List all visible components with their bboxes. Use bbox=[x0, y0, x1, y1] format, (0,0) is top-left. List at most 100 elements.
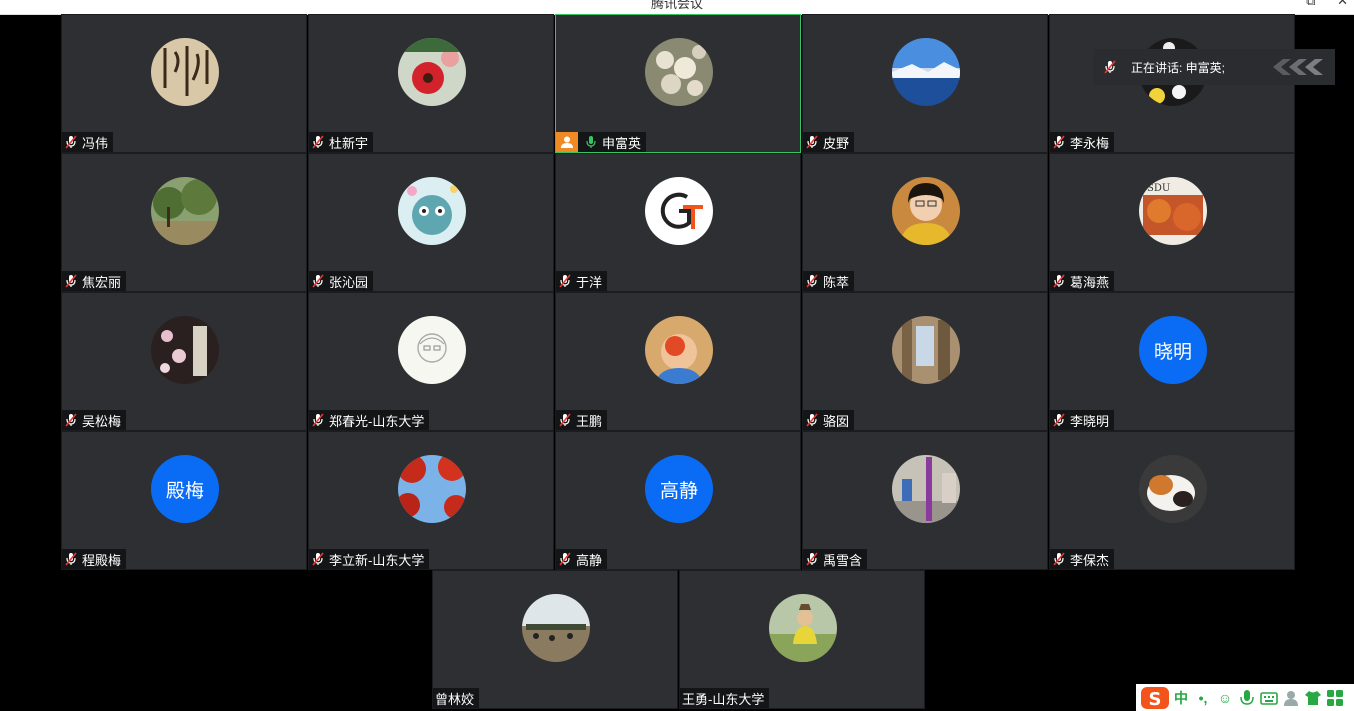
speaking-indicator: 正在讲话: 申富英; bbox=[1093, 49, 1335, 85]
participant-name: 于洋 bbox=[576, 274, 603, 290]
participant-tile[interactable]: 王鹏 bbox=[555, 292, 801, 431]
mic-on-icon bbox=[586, 136, 596, 148]
participant-tile[interactable]: SDU 葛海燕 bbox=[1049, 153, 1295, 292]
keyboard-icon[interactable] bbox=[1258, 688, 1280, 708]
avatar-image bbox=[892, 177, 960, 245]
participant-name-bar: 骆囡 bbox=[803, 410, 855, 430]
avatar-image bbox=[398, 38, 466, 106]
participant-tile[interactable]: 张沁园 bbox=[308, 153, 554, 292]
participant-name: 陈萃 bbox=[823, 274, 850, 290]
participant-tile[interactable]: 皮野 bbox=[802, 14, 1048, 153]
avatar-image bbox=[151, 177, 219, 245]
participant-name: 申富英 bbox=[602, 135, 642, 151]
avatar bbox=[522, 594, 590, 662]
restore-icon[interactable]: ⧉ bbox=[1306, 0, 1315, 8]
punctuation-icon[interactable]: •, bbox=[1192, 688, 1214, 708]
avatar-image bbox=[645, 38, 713, 106]
sogou-logo-icon[interactable]: S bbox=[1140, 686, 1170, 710]
participant-tile[interactable]: 曾林姣 bbox=[432, 570, 678, 709]
mic-muted-icon bbox=[559, 413, 571, 427]
participant-tile[interactable]: 禹雪含 bbox=[802, 431, 1048, 570]
avatar bbox=[769, 594, 837, 662]
participant-tile[interactable]: 王勇-山东大学 bbox=[679, 570, 925, 709]
avatar bbox=[398, 177, 466, 245]
fade-arrow-icon bbox=[1273, 59, 1323, 75]
participant-tile[interactable]: 申富英 bbox=[555, 14, 801, 153]
mic-muted-icon bbox=[312, 413, 324, 427]
participant-tile[interactable]: 李立新-山东大学 bbox=[308, 431, 554, 570]
mic-muted-icon bbox=[559, 552, 571, 566]
avatar bbox=[398, 316, 466, 384]
participant-name-bar: 于洋 bbox=[556, 271, 608, 291]
participant-name: 杜新宇 bbox=[329, 135, 369, 151]
participant-tile[interactable]: 殿梅程殿梅 bbox=[61, 431, 307, 570]
participant-name-bar: 葛海燕 bbox=[1050, 271, 1115, 291]
mic-muted-icon bbox=[65, 413, 77, 427]
voice-input-icon[interactable] bbox=[1236, 688, 1258, 708]
close-icon[interactable]: ✕ bbox=[1337, 0, 1348, 8]
participant-name: 冯伟 bbox=[82, 135, 109, 151]
participant-tile[interactable]: 高静 高静 bbox=[555, 431, 801, 570]
avatar bbox=[645, 177, 713, 245]
participant-tile[interactable]: 吴松梅 bbox=[61, 292, 307, 431]
participant-tile[interactable]: 李保杰 bbox=[1049, 431, 1295, 570]
avatar: 高静 bbox=[645, 455, 713, 523]
toolbox-grid-icon[interactable] bbox=[1324, 688, 1346, 708]
skin-shirt-icon[interactable] bbox=[1302, 688, 1324, 708]
mic-muted-icon bbox=[1104, 60, 1116, 74]
mic-muted-icon bbox=[806, 413, 818, 427]
participant-tile[interactable]: 晓明 李晓明 bbox=[1049, 292, 1295, 431]
participant-name: 曾林姣 bbox=[435, 691, 475, 707]
mic-muted-icon bbox=[1053, 135, 1065, 149]
participant-name-bar: 焦宏丽 bbox=[62, 271, 127, 291]
avatar: 殿梅 bbox=[151, 455, 219, 523]
participant-tile[interactable]: 冯伟 bbox=[61, 14, 307, 153]
title-bar: 腾讯会议 ⧉ ✕ bbox=[0, 0, 1354, 15]
avatar-image bbox=[769, 594, 837, 662]
avatar-image bbox=[892, 38, 960, 106]
mic-muted-icon bbox=[1053, 552, 1065, 566]
svg-text:S: S bbox=[1149, 689, 1162, 710]
svg-text:SDU: SDU bbox=[1147, 183, 1170, 194]
avatar-image bbox=[522, 594, 590, 662]
participant-name: 皮野 bbox=[823, 135, 850, 151]
participant-tile[interactable]: 陈萃 bbox=[802, 153, 1048, 292]
participant-name-bar: 禹雪含 bbox=[803, 549, 868, 569]
participant-name-bar: 申富英 bbox=[556, 132, 647, 152]
emoji-icon[interactable]: ☺ bbox=[1214, 688, 1236, 708]
participant-name-bar: 王勇-山东大学 bbox=[680, 688, 770, 708]
avatar bbox=[892, 316, 960, 384]
participant-tile[interactable]: 于洋 bbox=[555, 153, 801, 292]
avatar bbox=[645, 38, 713, 106]
ime-mode-label[interactable]: 中 bbox=[1170, 688, 1192, 708]
avatar-image bbox=[892, 316, 960, 384]
avatar bbox=[645, 316, 713, 384]
avatar bbox=[1139, 455, 1207, 523]
participant-name-bar: 郑春光-山东大学 bbox=[309, 410, 430, 430]
avatar: 晓明 bbox=[1139, 316, 1207, 384]
participant-name: 吴松梅 bbox=[82, 413, 122, 429]
participant-tile[interactable]: 郑春光-山东大学 bbox=[308, 292, 554, 431]
user-icon[interactable] bbox=[1280, 688, 1302, 708]
participant-name-bar: 王鹏 bbox=[556, 410, 608, 430]
avatar-image bbox=[645, 316, 713, 384]
mic-muted-icon bbox=[65, 552, 77, 566]
participant-name-bar: 曾林姣 bbox=[433, 688, 480, 708]
participant-name-bar: 杜新宇 bbox=[309, 132, 374, 152]
participant-name-bar: 高静 bbox=[556, 549, 608, 569]
participant-tile[interactable]: 骆囡 bbox=[802, 292, 1048, 431]
mic-muted-icon bbox=[312, 274, 324, 288]
avatar bbox=[398, 38, 466, 106]
mic-muted-icon bbox=[806, 274, 818, 288]
participant-tile[interactable]: 杜新宇 bbox=[308, 14, 554, 153]
participant-name: 程殿梅 bbox=[82, 552, 122, 568]
participant-name-bar: 皮野 bbox=[803, 132, 855, 152]
avatar-image bbox=[1139, 455, 1207, 523]
participant-name: 禹雪含 bbox=[823, 552, 863, 568]
ime-toolbar: S 中 •, ☺ bbox=[1136, 684, 1354, 711]
window-title: 腾讯会议 bbox=[650, 0, 703, 11]
avatar bbox=[151, 316, 219, 384]
participant-name: 李保杰 bbox=[1070, 552, 1110, 568]
mic-muted-icon bbox=[559, 274, 571, 288]
participant-tile[interactable]: 焦宏丽 bbox=[61, 153, 307, 292]
